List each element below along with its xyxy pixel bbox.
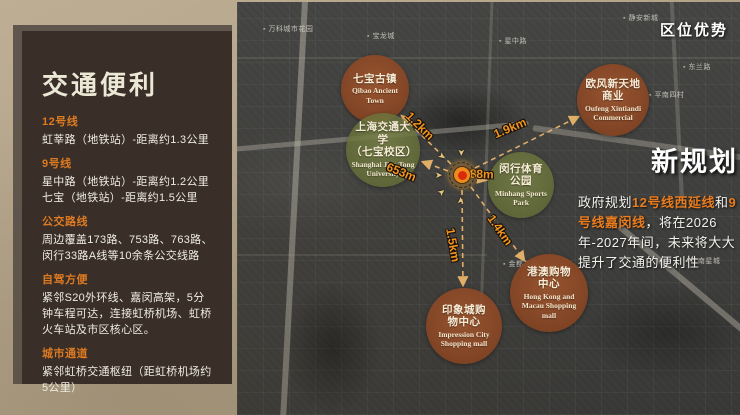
poi-name-en: Minhang Sports Park [493,189,549,208]
poi-name-en: Oufeng Xintiandi Commercial [582,104,644,123]
section-title: 区位优势 [660,19,728,40]
location-advantage-slide: 交通便利 12号线 虹莘路（地铁站）-距离约1.3公里 9号线 星中路（地铁站）… [0,0,740,415]
poi-impression-city-mall: 印象城购 物中心 Impression City Shopping mall [426,288,502,364]
poi-name-cn: 闵行体育 [499,163,543,176]
poi-name-en: Qibao Ancient Town [346,86,404,105]
city-corridor-heading: 城市通道 [42,345,213,361]
inward-arrow-icon: ➤ [456,197,465,205]
marker-core-icon [458,171,467,180]
poi-name-cn2: （七宝校区） [351,146,415,159]
inward-arrow-icon: ➤ [456,149,465,157]
metro-line9-station-2: 七宝（地铁站）-距离约1.5公里 [42,190,213,206]
satellite-map: 万科城市花园 宝龙城 星中路 静安新城 东兰路 平南四村 金都花园 江南星城 区 [237,2,740,415]
metro-line9-heading: 9号线 [42,155,213,171]
poi-name-cn: 印象城购 [442,304,486,317]
new-plan-highlight-line12: 12号线西延线 [632,195,715,210]
poi-name-cn2: 中心 [538,278,560,291]
new-plan-block: 新规划 政府规划12号线西延线和9号线嘉闵线，将在2026年-2027年间，未来… [578,140,740,274]
new-plan-text: 政府规划12号线西延线和9号线嘉闵线，将在2026年-2027年间，未来将大大提… [578,193,740,274]
panel-title: 交通便利 [42,65,213,102]
transport-info-panel: 交通便利 12号线 虹莘路（地铁站）-距离约1.3公里 9号线 星中路（地铁站）… [22,31,232,384]
poi-name-en: Impression City Shopping mall [431,330,497,349]
poi-name-cn: 港澳购物 [527,266,571,279]
driving-text: 紧邻S20外环线、嘉闵高架，5分钟车程可达，连接虹桥机场、虹桥火车站及市区核心区… [42,290,213,338]
bus-routes-heading: 公交路线 [42,213,213,229]
new-plan-seg: 政府规划 [578,195,632,210]
poi-name-cn2: 物中心 [448,316,481,329]
poi-name-cn: 欧风新天地 [586,78,641,91]
metro-line12-heading: 12号线 [42,113,213,129]
new-plan-title: 新规划 [578,140,738,179]
poi-oufeng-xintiandi: 欧风新天地 商业 Oufeng Xintiandi Commercial [577,64,649,136]
poi-name-cn2: 公园 [510,175,532,188]
poi-name-cn: 上海交通大学 [351,121,415,146]
inward-arrow-icon: ➤ [435,171,443,180]
poi-minhang-sports-park: 闵行体育 公园 Minhang Sports Park [488,152,554,218]
metro-line9-station-1: 星中路（地铁站）-距离约1.2公里 [42,174,213,190]
project-location-marker [449,162,475,188]
new-plan-seg: 和 [715,195,729,210]
city-corridor-text: 紧邻虹桥交通枢纽（距虹桥机场约5公里） [42,364,213,396]
poi-name-cn2: 商业 [602,90,624,103]
driving-heading: 自驾方便 [42,271,213,287]
bus-routes-text: 周边覆盖173路、753路、763路、闵行33路A线等10余条公交线路 [42,232,213,264]
poi-hk-macau-mall: 港澳购物 中心 Hong Kong and Macau Shopping mal… [510,254,588,332]
poi-name-cn: 七宝古镇 [353,73,397,86]
metro-line12-station: 虹莘路（地铁站）-距离约1.3公里 [42,132,213,148]
poi-name-en: Hong Kong and Macau Shopping mall [515,292,583,320]
